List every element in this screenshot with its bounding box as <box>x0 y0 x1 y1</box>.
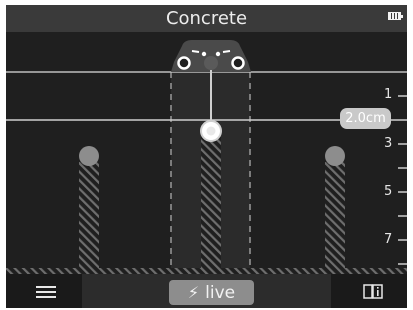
object-right-trace <box>325 162 345 274</box>
depth-scale-label: 7 <box>384 232 393 247</box>
menu-icon <box>36 286 56 298</box>
scanner-screen: Concrete 1 3 5 7 2.0cm ⚡ live <box>6 5 407 308</box>
depth-scale-label: 5 <box>384 184 393 199</box>
manual-button[interactable] <box>331 274 407 308</box>
menu-button[interactable] <box>6 274 82 308</box>
depth-readout-badge: 2.0cm <box>340 108 391 129</box>
object-right-marker <box>325 146 345 166</box>
battery-full-icon <box>388 12 403 20</box>
lightning-icon: ⚡ <box>187 283 200 302</box>
material-mode-title[interactable]: Concrete <box>6 5 407 32</box>
object-left-marker <box>79 146 99 166</box>
live-mode-button[interactable]: ⚡ live <box>169 280 254 305</box>
depth-scale-label: 3 <box>384 136 393 151</box>
depth-scale-ticks <box>398 95 407 265</box>
book-info-icon <box>363 284 383 299</box>
depth-scale-label: 1 <box>384 87 393 102</box>
live-label: live <box>205 283 236 303</box>
scanner-device-icon <box>171 40 251 72</box>
scan-viewport <box>6 40 407 274</box>
object-center-trace <box>201 136 221 274</box>
object-left-trace <box>79 162 99 274</box>
